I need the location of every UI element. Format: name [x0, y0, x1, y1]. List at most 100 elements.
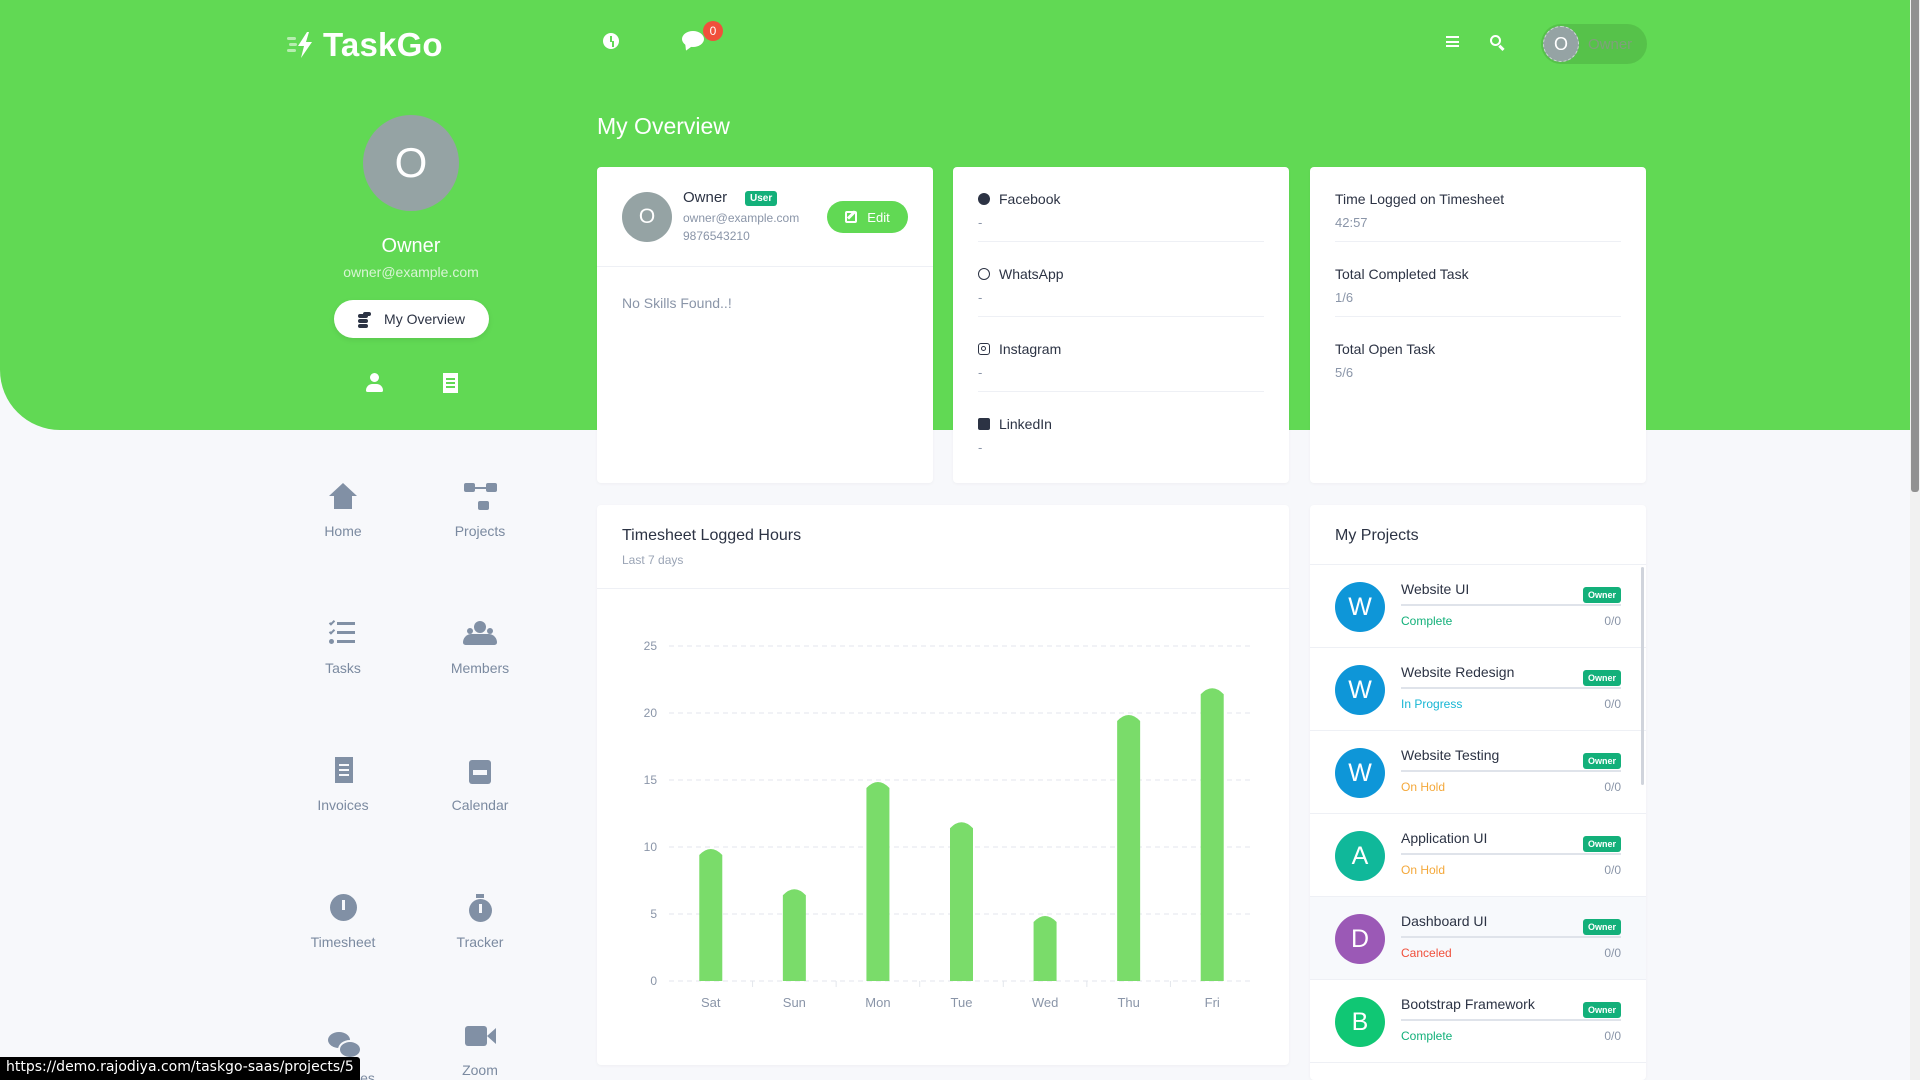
nav-item-calendar[interactable]: Calendar — [425, 757, 535, 813]
y-tick-label: 0 — [650, 974, 657, 988]
project-row[interactable]: D Dashboard UI Owner Canceled 0/0 — [1310, 897, 1646, 980]
project-row[interactable]: B Bootstrap Framework Owner Complete 0/0 — [1310, 980, 1646, 1063]
project-status: Complete — [1401, 614, 1453, 628]
nav-label: Invoices — [317, 797, 369, 813]
edit-label: Edit — [867, 209, 890, 225]
facebook-icon — [978, 193, 990, 205]
avatar: O — [622, 192, 672, 242]
y-tick-label: 10 — [644, 840, 658, 854]
social-value: - — [978, 440, 983, 455]
social-links-card: Facebook - WhatsApp - Instagram - Linked… — [953, 167, 1289, 483]
project-row[interactable]: W Website UI Owner Complete 0/0 — [1310, 565, 1646, 648]
project-name[interactable]: Website Testing — [1401, 747, 1499, 763]
x-tick-label: Wed — [1032, 995, 1059, 1010]
skills-empty-text: No Skills Found..! — [622, 295, 732, 311]
stat-row: Time Logged on Timesheet 42:57 — [1335, 167, 1621, 242]
nav-label: Tasks — [325, 660, 361, 676]
my-projects-card: My Projects W Website UI Owner Complete 0/0 W… — [1310, 505, 1646, 1080]
stat-label: Total Open Task — [1335, 341, 1436, 357]
project-task-count: 0/0 — [1604, 946, 1621, 960]
stat-row: Total Completed Task 1/6 — [1335, 242, 1621, 317]
social-label: WhatsApp — [999, 266, 1064, 282]
project-role-badge: Owner — [1582, 670, 1621, 686]
nav-item-projects[interactable]: Projects — [425, 483, 535, 539]
project-role-badge: Owner — [1582, 587, 1621, 603]
timer-clock-icon[interactable] — [603, 33, 619, 49]
x-tick-label: Mon — [865, 995, 890, 1010]
project-status: Complete — [1401, 1029, 1453, 1043]
page-scrollbar[interactable] — [1910, 0, 1920, 1080]
user-profile-icon[interactable] — [365, 373, 383, 393]
project-row[interactable]: W Website Redesign Owner In Progress 0/0 — [1310, 648, 1646, 731]
project-name[interactable]: Website Redesign — [1401, 664, 1514, 680]
search-icon[interactable] — [1490, 35, 1501, 46]
project-avatar: A — [1335, 831, 1385, 881]
project-role-badge: Owner — [1582, 836, 1621, 852]
social-value: - — [978, 365, 983, 380]
nav-item-home[interactable]: Home — [288, 483, 398, 539]
user-menu-button[interactable]: O Owner — [1541, 24, 1647, 64]
project-name[interactable]: Application UI — [1401, 830, 1487, 846]
nav-item-zoom[interactable]: Zoom — [425, 1022, 535, 1078]
lightning-icon — [287, 32, 312, 58]
messages-icon[interactable] — [682, 31, 704, 47]
edit-profile-button[interactable]: Edit — [827, 201, 908, 233]
nav-item-members[interactable]: Members — [425, 620, 535, 676]
social-row-linkedin: LinkedIn - — [978, 392, 1264, 467]
y-tick-label: 20 — [644, 706, 658, 720]
social-label: LinkedIn — [999, 416, 1052, 432]
project-row[interactable]: W Website Testing Owner On Hold 0/0 — [1310, 731, 1646, 814]
project-row[interactable]: A Application UI Owner On Hold 0/0 — [1310, 814, 1646, 897]
bar-mon — [866, 782, 890, 981]
project-task-count: 0/0 — [1604, 1029, 1621, 1043]
social-value: - — [978, 215, 983, 230]
project-role-badge: Owner — [1582, 753, 1621, 769]
timesheet-bar-chart: 0 5 10 15 20 25 Sat Sun Mon Tue Wed Thu Fri — [644, 639, 1254, 1010]
status-bar-url: https://demo.rajodiya.com/taskgo-saas/pr… — [0, 1057, 360, 1080]
video-icon — [463, 1022, 497, 1052]
project-avatar: D — [1335, 914, 1385, 964]
receipt-icon[interactable] — [443, 373, 458, 393]
project-name[interactable]: Website UI — [1401, 581, 1469, 597]
project-task-count: 0/0 — [1604, 863, 1621, 877]
stat-value: 1/6 — [1335, 290, 1354, 305]
project-status: On Hold — [1401, 863, 1446, 877]
brand-name: TaskGo — [323, 26, 443, 63]
bar-fri — [1200, 688, 1224, 981]
nav-item-timesheet[interactable]: Timesheet — [288, 894, 398, 950]
profile-email: owner@example.com — [343, 264, 479, 280]
project-role-badge: Owner — [1582, 1002, 1621, 1018]
clock-icon — [326, 894, 360, 924]
project-role-badge: Owner — [1582, 919, 1621, 935]
menu-icon[interactable] — [1446, 36, 1459, 47]
social-label: Facebook — [999, 191, 1061, 207]
my-overview-button[interactable]: My Overview — [334, 300, 489, 338]
timesheet-chart-card: Timesheet Logged Hours Last 7 days 0 5 10 1… — [597, 505, 1289, 1065]
nav-label: Calendar — [451, 797, 509, 813]
nav-label: Zoom — [462, 1062, 498, 1078]
y-tick-label: 15 — [644, 773, 658, 787]
social-row-facebook: Facebook - — [978, 167, 1264, 242]
project-task-count: 0/0 — [1604, 780, 1621, 794]
profile-card: O Owner User owner@example.com 987654321… — [597, 167, 933, 483]
project-name[interactable]: Bootstrap Framework — [1401, 996, 1535, 1012]
instagram-icon — [978, 343, 990, 355]
social-label: Instagram — [999, 341, 1062, 357]
page-title: My Overview — [597, 113, 730, 139]
profile-card-email: owner@example.com — [683, 211, 800, 225]
chart-title: Timesheet Logged Hours — [622, 527, 802, 544]
y-tick-label: 25 — [644, 639, 658, 653]
profile-card-phone: 9876543210 — [683, 229, 750, 243]
project-status: On Hold — [1401, 780, 1446, 794]
nav-item-tasks[interactable]: Tasks — [288, 619, 398, 676]
page-scrollbar-thumb[interactable] — [1911, 0, 1919, 492]
profile-name: Owner — [381, 235, 441, 257]
projects-icon — [463, 483, 497, 513]
nav-item-tracker[interactable]: Tracker — [425, 894, 535, 950]
nav-item-invoices[interactable]: Invoices — [288, 757, 398, 813]
project-avatar: W — [1335, 582, 1385, 632]
brand-logo[interactable]: TaskGo — [287, 26, 443, 64]
project-avatar: W — [1335, 748, 1385, 798]
projects-scrollbar[interactable] — [1641, 567, 1644, 785]
project-name[interactable]: Dashboard UI — [1401, 913, 1487, 929]
